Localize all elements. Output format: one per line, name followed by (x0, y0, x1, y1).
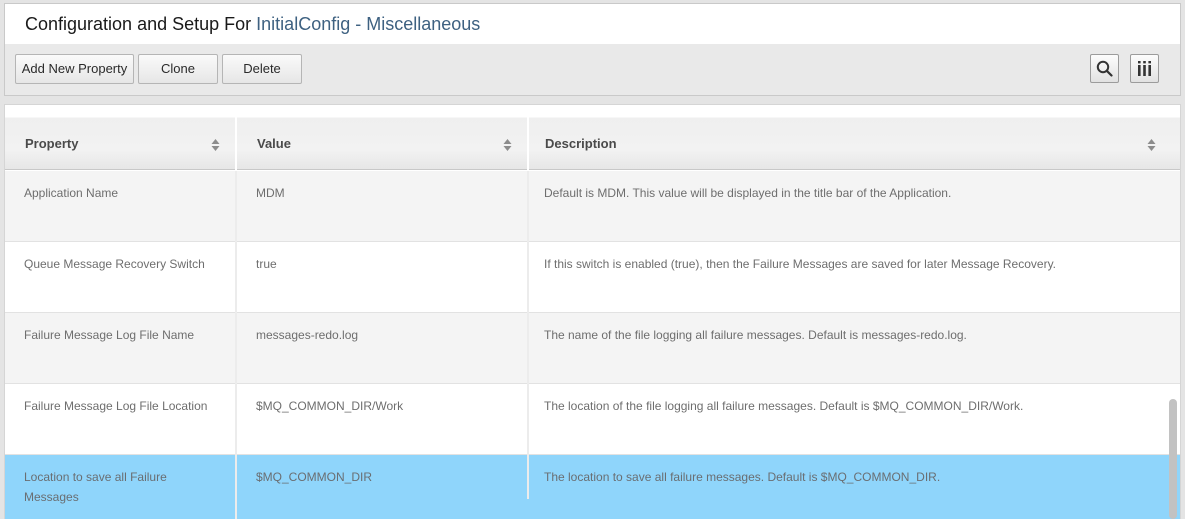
description-cell: The name of the file logging all failure… (528, 313, 1180, 384)
property-value: MDM (256, 186, 285, 200)
property-value: $MQ_COMMON_DIR (256, 470, 373, 484)
description-cell: Default is MDM. This value will be displ… (528, 171, 1180, 242)
column-label-value: Value (257, 136, 291, 151)
property-cell: Application Name (5, 171, 236, 242)
property-description: The location to save all failure message… (544, 470, 941, 484)
table-row-selected[interactable]: Location to save all Failure Messages $M… (5, 455, 1180, 519)
property-description: The location of the file logging all fai… (544, 399, 1024, 413)
column-header-description[interactable]: Description (529, 105, 1180, 170)
columns-icon (1138, 61, 1151, 76)
property-cell: Location to save all Failure Messages (5, 455, 236, 519)
add-new-property-button[interactable]: Add New Property (15, 54, 134, 84)
property-name: Failure Message Log File Location (24, 399, 208, 413)
sort-icon[interactable] (1147, 138, 1156, 152)
table-header: Property Value Description (5, 105, 1180, 170)
table-row[interactable]: Failure Message Log File Location $MQ_CO… (5, 384, 1180, 455)
property-name: Application Name (24, 186, 119, 200)
config-name: InitialConfig (256, 14, 351, 34)
section-name: - Miscellaneous (355, 14, 481, 34)
property-description: The name of the file logging all failure… (544, 328, 967, 342)
column-header-property[interactable]: Property (5, 105, 236, 170)
sort-icon[interactable] (503, 138, 512, 152)
property-cell: Queue Message Recovery Switch (5, 242, 236, 313)
property-name: Queue Message Recovery Switch (24, 257, 205, 271)
table-row[interactable]: Failure Message Log File Name messages-r… (5, 313, 1180, 384)
header-panel: Configuration and Setup For InitialConfi… (4, 3, 1181, 96)
property-name: Failure Message Log File Name (24, 328, 195, 342)
property-cell: Failure Message Log File Name (5, 313, 236, 384)
table-row[interactable]: Application Name MDM Default is MDM. Thi… (5, 171, 1180, 242)
column-divider (235, 171, 237, 519)
column-header-value[interactable]: Value (237, 105, 527, 170)
columns-button[interactable] (1130, 54, 1159, 83)
search-icon (1096, 60, 1113, 77)
property-description: If this switch is enabled (true), then t… (544, 257, 1057, 271)
property-value: $MQ_COMMON_DIR/Work (256, 399, 404, 413)
value-cell[interactable]: messages-redo.log (236, 313, 528, 384)
value-cell[interactable]: $MQ_COMMON_DIR (236, 455, 528, 519)
description-cell: The location of the file logging all fai… (528, 384, 1180, 455)
clone-button[interactable]: Clone (138, 54, 218, 84)
title-bar: Configuration and Setup For InitialConfi… (5, 4, 1180, 44)
page-title: Configuration and Setup For InitialConfi… (25, 14, 480, 35)
column-divider (527, 171, 529, 499)
property-name: Location to save all Failure Messages (24, 470, 167, 504)
property-description: Default is MDM. This value will be displ… (544, 186, 952, 200)
vertical-scrollbar[interactable] (1169, 399, 1177, 519)
column-label-description: Description (545, 136, 617, 151)
search-button[interactable] (1090, 54, 1119, 83)
value-cell[interactable]: true (236, 242, 528, 313)
property-cell: Failure Message Log File Location (5, 384, 236, 455)
properties-table: Property Value Description Application N… (4, 104, 1181, 519)
table-row[interactable]: Queue Message Recovery Switch true If th… (5, 242, 1180, 313)
property-value: true (256, 257, 277, 271)
delete-button[interactable]: Delete (222, 54, 302, 84)
description-cell: The location to save all failure message… (528, 455, 1180, 519)
column-label-property: Property (25, 136, 79, 151)
sort-icon[interactable] (211, 138, 220, 152)
title-prefix: Configuration and Setup For (25, 14, 252, 34)
value-cell[interactable]: $MQ_COMMON_DIR/Work (236, 384, 528, 455)
description-cell: If this switch is enabled (true), then t… (528, 242, 1180, 313)
value-cell[interactable]: MDM (236, 171, 528, 242)
property-value: messages-redo.log (256, 328, 359, 342)
